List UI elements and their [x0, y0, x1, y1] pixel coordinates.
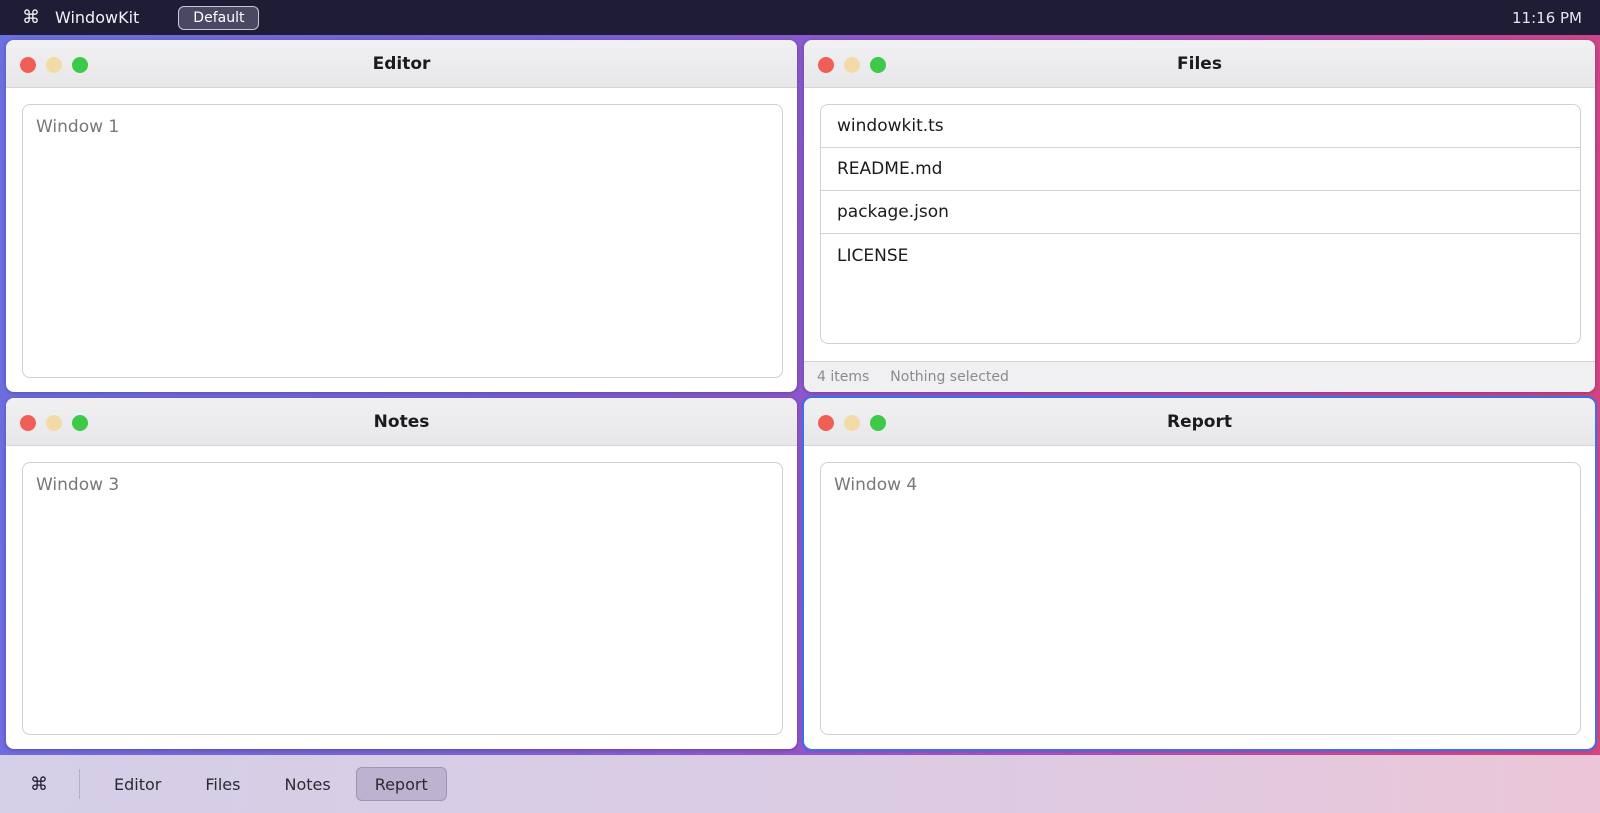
window-title: Files	[1177, 53, 1222, 74]
notes-titlebar[interactable]: Notes	[6, 398, 797, 446]
maximize-button[interactable]	[870, 57, 886, 73]
minimize-button[interactable]	[844, 415, 860, 431]
window-controls	[20, 415, 88, 431]
dock-item-editor[interactable]: Editor	[95, 767, 180, 801]
editor-body: Window 1	[6, 88, 797, 392]
editor-titlebar[interactable]: Editor	[6, 40, 797, 88]
close-button[interactable]	[818, 415, 834, 431]
editor-textarea[interactable]: Window 1	[22, 104, 783, 378]
window-title: Report	[1167, 411, 1232, 432]
files-body: windowkit.ts README.md package.json LICE…	[804, 88, 1595, 392]
layout-button[interactable]: Default	[178, 5, 260, 30]
selection-status: Nothing selected	[890, 369, 1009, 385]
maximize-button[interactable]	[72, 57, 88, 73]
minimize-button[interactable]	[46, 57, 62, 73]
dock-item-report[interactable]: Report	[355, 767, 447, 801]
report-textarea[interactable]: Window 4	[820, 462, 1581, 735]
files-titlebar[interactable]: Files	[804, 40, 1595, 88]
close-button[interactable]	[20, 415, 36, 431]
command-icon[interactable]: ⌘	[19, 774, 59, 795]
maximize-button[interactable]	[72, 415, 88, 431]
file-list-item[interactable]: windowkit.ts	[821, 105, 1580, 148]
window-controls	[818, 415, 886, 431]
file-list-item[interactable]: README.md	[821, 148, 1580, 191]
notes-textarea[interactable]: Window 3	[22, 462, 783, 735]
files-window: Files windowkit.ts README.md package.jso…	[804, 40, 1595, 392]
editor-window: Editor Window 1	[6, 40, 797, 392]
report-window: Report Window 4	[804, 398, 1595, 749]
command-icon[interactable]: ⌘	[17, 7, 45, 28]
window-title: Editor	[372, 53, 431, 74]
dock-separator	[79, 769, 80, 799]
window-controls	[20, 57, 88, 73]
minimize-button[interactable]	[844, 57, 860, 73]
close-button[interactable]	[818, 57, 834, 73]
notes-window: Notes Window 3	[6, 398, 797, 749]
window-title: Notes	[373, 411, 430, 432]
report-titlebar[interactable]: Report	[804, 398, 1595, 446]
maximize-button[interactable]	[870, 415, 886, 431]
app-name[interactable]: WindowKit	[55, 8, 139, 27]
dock-item-notes[interactable]: Notes	[265, 767, 349, 801]
dock: ⌘ Editor Files Notes Report	[0, 755, 1600, 813]
dock-item-files[interactable]: Files	[186, 767, 259, 801]
menu-bar: ⌘ WindowKit Default 11:16 PM	[0, 0, 1600, 35]
file-list-item[interactable]: package.json	[821, 191, 1580, 234]
report-body: Window 4	[804, 446, 1595, 749]
file-list-item[interactable]: LICENSE	[821, 234, 1580, 277]
file-list: windowkit.ts README.md package.json LICE…	[820, 104, 1581, 344]
close-button[interactable]	[20, 57, 36, 73]
files-status-bar: 4 items Nothing selected	[804, 361, 1595, 392]
notes-body: Window 3	[6, 446, 797, 749]
item-count: 4 items	[817, 369, 870, 385]
minimize-button[interactable]	[46, 415, 62, 431]
window-controls	[818, 57, 886, 73]
clock: 11:16 PM	[1512, 8, 1582, 27]
